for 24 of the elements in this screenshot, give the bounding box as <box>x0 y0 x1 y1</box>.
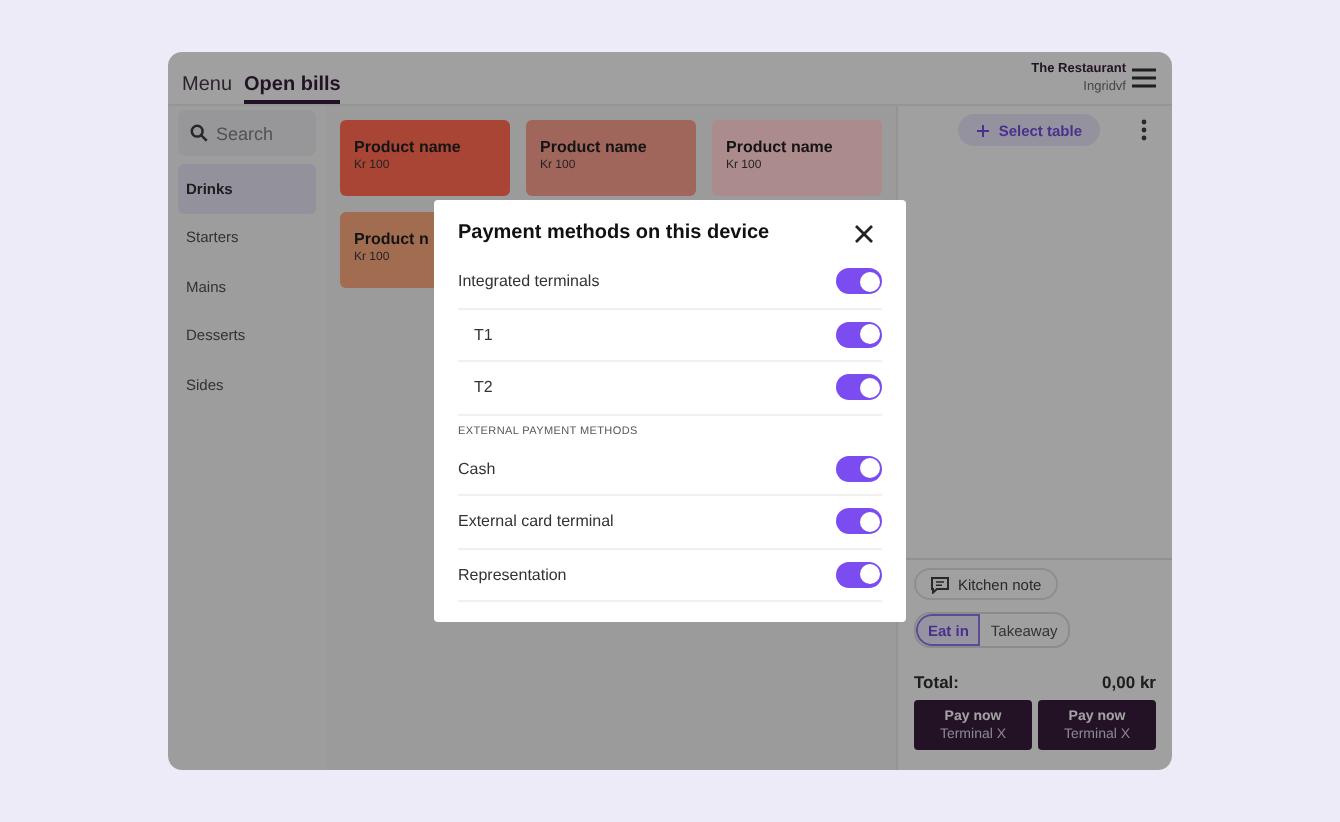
toggle-switch[interactable] <box>836 561 882 588</box>
total-amount: 0,00 kr <box>1102 672 1156 692</box>
search-field[interactable]: Search <box>178 110 316 156</box>
toggle-switch[interactable] <box>836 321 882 348</box>
payment-method-label: T2 <box>474 378 493 397</box>
more-icon[interactable] <box>1140 118 1148 142</box>
close-icon[interactable] <box>854 223 874 243</box>
payment-method-label: External card terminal <box>458 512 614 531</box>
payment-method-label: Cash <box>458 459 496 478</box>
menu-icon[interactable] <box>1132 68 1156 88</box>
product-name: Product name <box>540 138 649 156</box>
toggle-switch[interactable] <box>836 268 882 295</box>
product-name: Product name <box>354 138 463 156</box>
search-icon <box>190 124 208 142</box>
product-name: Product name <box>726 138 835 156</box>
message-icon <box>930 575 950 593</box>
toggle-switch[interactable] <box>836 374 882 401</box>
total-label: Total: <box>914 672 960 692</box>
toggle-switch[interactable] <box>836 455 882 482</box>
payment-method-label: Representation <box>458 565 567 584</box>
payment-method-label: T1 <box>474 325 493 344</box>
plus-icon <box>976 123 991 137</box>
nav-tab[interactable]: Menu <box>182 52 233 104</box>
toggle-switch[interactable] <box>836 508 882 535</box>
